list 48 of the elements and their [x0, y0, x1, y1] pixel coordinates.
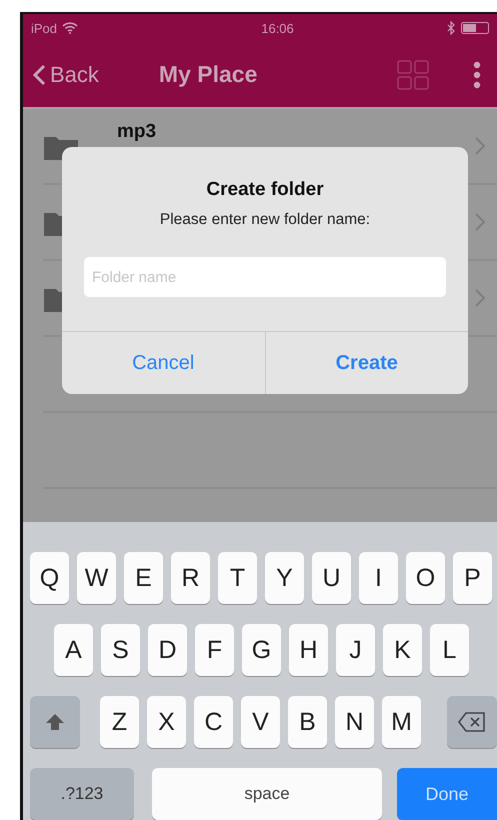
- dialog-title: Create folder: [206, 179, 324, 201]
- back-chevron-icon: [33, 64, 46, 86]
- keyboard-key[interactable]: Y: [265, 552, 304, 604]
- keyboard-key[interactable]: D: [148, 624, 187, 676]
- keyboard-key[interactable]: G: [242, 624, 281, 676]
- keyboard-key[interactable]: T: [218, 552, 257, 604]
- keyboard-key[interactable]: Z: [100, 696, 139, 748]
- keyboard-key[interactable]: N: [335, 696, 374, 748]
- keyboard-key[interactable]: E: [124, 552, 163, 604]
- back-button[interactable]: Back: [33, 62, 99, 88]
- keyboard-key[interactable]: S: [101, 624, 140, 676]
- delete-key[interactable]: [447, 696, 497, 748]
- folder-name: mp3: [117, 121, 158, 143]
- keyboard-key[interactable]: A: [54, 624, 93, 676]
- keyboard-key[interactable]: Q: [30, 552, 69, 604]
- chevron-icon: [475, 289, 485, 307]
- backspace-icon: [458, 712, 486, 732]
- more-icon[interactable]: [473, 60, 481, 88]
- dialog-message: Please enter new folder name:: [160, 211, 370, 229]
- shift-arrow-icon: [45, 713, 65, 731]
- chevron-icon: [475, 137, 485, 155]
- shift-key[interactable]: [30, 696, 80, 748]
- battery-icon: [460, 22, 489, 34]
- keyboard-key[interactable]: L: [430, 624, 469, 676]
- keyboard-key[interactable]: X: [147, 696, 186, 748]
- keyboard-key[interactable]: H: [289, 624, 328, 676]
- bluetooth-icon: [446, 21, 455, 35]
- folder-name-field[interactable]: Folder name: [84, 257, 446, 297]
- keyboard-key[interactable]: U: [312, 552, 351, 604]
- chevron-icon: [475, 213, 485, 231]
- keyboard-key[interactable]: B: [288, 696, 327, 748]
- carrier-label: iPod: [31, 20, 58, 36]
- screen-title: My Place: [158, 61, 258, 88]
- clock: 16:06: [261, 20, 294, 36]
- keyboard-key[interactable]: K: [383, 624, 422, 676]
- keyboard-key[interactable]: F: [195, 624, 234, 676]
- keyboard-key[interactable]: M: [382, 696, 421, 748]
- keyboard-key[interactable]: I: [359, 552, 398, 604]
- keyboard-key[interactable]: V: [241, 696, 280, 748]
- space-key[interactable]: space: [152, 768, 382, 820]
- keyboard-key[interactable]: R: [171, 552, 210, 604]
- keyboard-key[interactable]: O: [406, 552, 445, 604]
- keyboard-key[interactable]: C: [194, 696, 233, 748]
- keyboard-key[interactable]: J: [336, 624, 375, 676]
- numbers-key[interactable]: .?123: [30, 768, 134, 820]
- wifi-icon: [62, 22, 78, 34]
- keyboard-key[interactable]: W: [77, 552, 116, 604]
- keyboard-key[interactable]: P: [453, 552, 492, 604]
